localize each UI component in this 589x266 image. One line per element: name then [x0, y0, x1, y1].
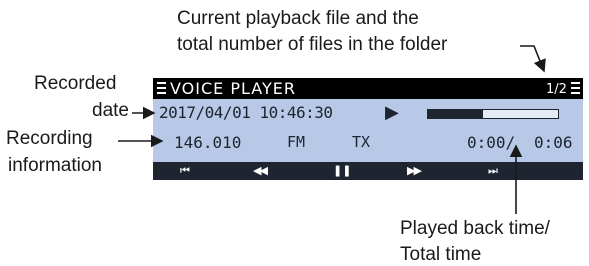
callout-arrows — [118, 45, 546, 214]
arrow-to-file-counter — [520, 45, 546, 73]
